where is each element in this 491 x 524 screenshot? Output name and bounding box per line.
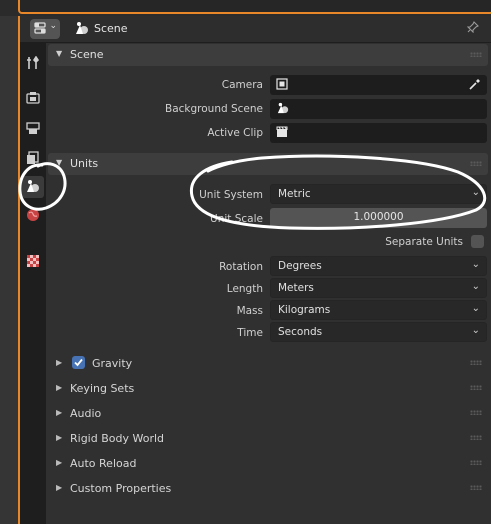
audio-label: Audio (70, 407, 102, 420)
tab-texture[interactable] (22, 251, 44, 273)
view-layer-icon (26, 150, 40, 168)
properties-header: ⌄ Scene (20, 16, 491, 43)
gravity-panel-header[interactable]: ▶ Gravity (48, 352, 488, 374)
properties-editor-icon (34, 22, 46, 35)
chevron-down-icon: ⌄ (471, 187, 480, 198)
units-panel-title: Units (70, 157, 99, 170)
properties-main: ▼ Scene Camera Background Scene Active C… (46, 43, 491, 524)
drag-grip-icon[interactable] (470, 410, 482, 415)
separate-units-label: Separate Units (385, 236, 463, 248)
collapsed-triangle-icon: ▶ (56, 483, 63, 492)
chevron-down-icon: ⌄ (471, 281, 480, 292)
collapsed-triangle-icon: ▶ (56, 458, 63, 467)
camera-field[interactable] (270, 75, 487, 95)
drag-grip-icon[interactable] (470, 52, 482, 57)
length-value: Meters (278, 282, 314, 294)
auto-reload-label: Auto Reload (70, 457, 137, 470)
keying-sets-label: Keying Sets (70, 382, 135, 395)
render-icon (26, 91, 40, 108)
length-label: Length (226, 283, 263, 295)
output-icon (26, 121, 40, 138)
collapsed-triangle-icon: ▶ (56, 358, 63, 367)
active-clip-label: Active Clip (207, 127, 263, 139)
tab-scene[interactable] (22, 176, 44, 198)
scene-icon (74, 21, 90, 38)
auto-reload-panel-header[interactable]: ▶ Auto Reload (48, 452, 488, 474)
chevron-down-icon: ⌄ (49, 21, 57, 31)
rotation-dropdown[interactable]: Degrees ⌄ (270, 256, 487, 276)
unit-system-dropdown[interactable]: Metric ⌄ (270, 184, 487, 204)
collapsed-triangle-icon: ▶ (56, 383, 63, 392)
unit-system-value: Metric (278, 188, 311, 200)
tab-render[interactable] (22, 88, 44, 110)
rigid-body-world-panel-header[interactable]: ▶ Rigid Body World (48, 427, 488, 449)
chevron-down-icon: ⌄ (471, 325, 480, 336)
tab-output[interactable] (22, 118, 44, 140)
active-area-frame (18, 0, 491, 14)
drag-grip-icon[interactable] (470, 435, 482, 440)
mass-label: Mass (236, 305, 263, 317)
mass-dropdown[interactable]: Kilograms ⌄ (270, 300, 487, 320)
tab-tool[interactable] (22, 53, 44, 75)
texture-icon (26, 254, 40, 271)
unit-scale-value: 1.000000 (353, 211, 404, 223)
background-scene-field[interactable] (270, 99, 487, 119)
unit-scale-field[interactable]: 1.000000 (270, 208, 487, 228)
expanded-triangle-icon: ▼ (56, 158, 63, 167)
drag-grip-icon[interactable] (470, 385, 482, 390)
scene-panel-header[interactable]: ▼ Scene (48, 44, 488, 66)
gravity-label: Gravity (92, 357, 133, 370)
rotation-value: Degrees (278, 260, 322, 272)
active-clip-field[interactable] (270, 123, 487, 143)
background-scene-label: Background Scene (165, 103, 263, 115)
gravity-checkbox[interactable] (72, 356, 85, 369)
left-editor-strip (0, 16, 18, 524)
tab-view-layer[interactable] (22, 148, 44, 170)
world-icon (26, 208, 40, 225)
unit-scale-label: Unit Scale (210, 213, 263, 225)
editor-type-dropdown[interactable]: ⌄ (30, 19, 60, 39)
collapsed-triangle-icon: ▶ (56, 433, 63, 442)
eyedropper-icon[interactable] (469, 78, 481, 93)
rotation-label: Rotation (219, 261, 263, 273)
collapsed-triangle-icon: ▶ (56, 408, 63, 417)
properties-tabs (20, 43, 46, 524)
audio-panel-header[interactable]: ▶ Audio (48, 402, 488, 424)
tab-world[interactable] (22, 205, 44, 227)
chevron-down-icon: ⌄ (471, 303, 480, 314)
scene-icon (276, 102, 290, 117)
pin-icon[interactable] (466, 21, 479, 36)
scene-icon (25, 179, 41, 196)
time-dropdown[interactable]: Seconds ⌄ (270, 322, 487, 342)
camera-object-icon (276, 78, 288, 93)
checkmark-icon (74, 358, 83, 367)
scene-panel-title: Scene (70, 48, 104, 61)
breadcrumb-scene: Scene (94, 22, 128, 35)
units-panel-header[interactable]: ▼ Units (48, 153, 488, 175)
drag-grip-icon[interactable] (470, 161, 482, 166)
custom-properties-label: Custom Properties (70, 482, 172, 495)
keying-sets-panel-header[interactable]: ▶ Keying Sets (48, 377, 488, 399)
tool-icon (26, 55, 40, 73)
expanded-triangle-icon: ▼ (56, 49, 63, 58)
movie-clip-icon (276, 126, 288, 141)
rigid-body-world-label: Rigid Body World (70, 432, 165, 445)
mass-value: Kilograms (278, 304, 331, 316)
chevron-down-icon: ⌄ (471, 259, 480, 270)
separate-units-checkbox[interactable] (471, 235, 484, 248)
custom-properties-panel-header[interactable]: ▶ Custom Properties (48, 477, 488, 499)
drag-grip-icon[interactable] (470, 460, 482, 465)
length-dropdown[interactable]: Meters ⌄ (270, 278, 487, 298)
time-label: Time (237, 327, 263, 339)
camera-label: Camera (221, 79, 263, 91)
unit-system-label: Unit System (199, 189, 263, 201)
drag-grip-icon[interactable] (470, 360, 482, 365)
drag-grip-icon[interactable] (470, 485, 482, 490)
time-value: Seconds (278, 326, 323, 338)
